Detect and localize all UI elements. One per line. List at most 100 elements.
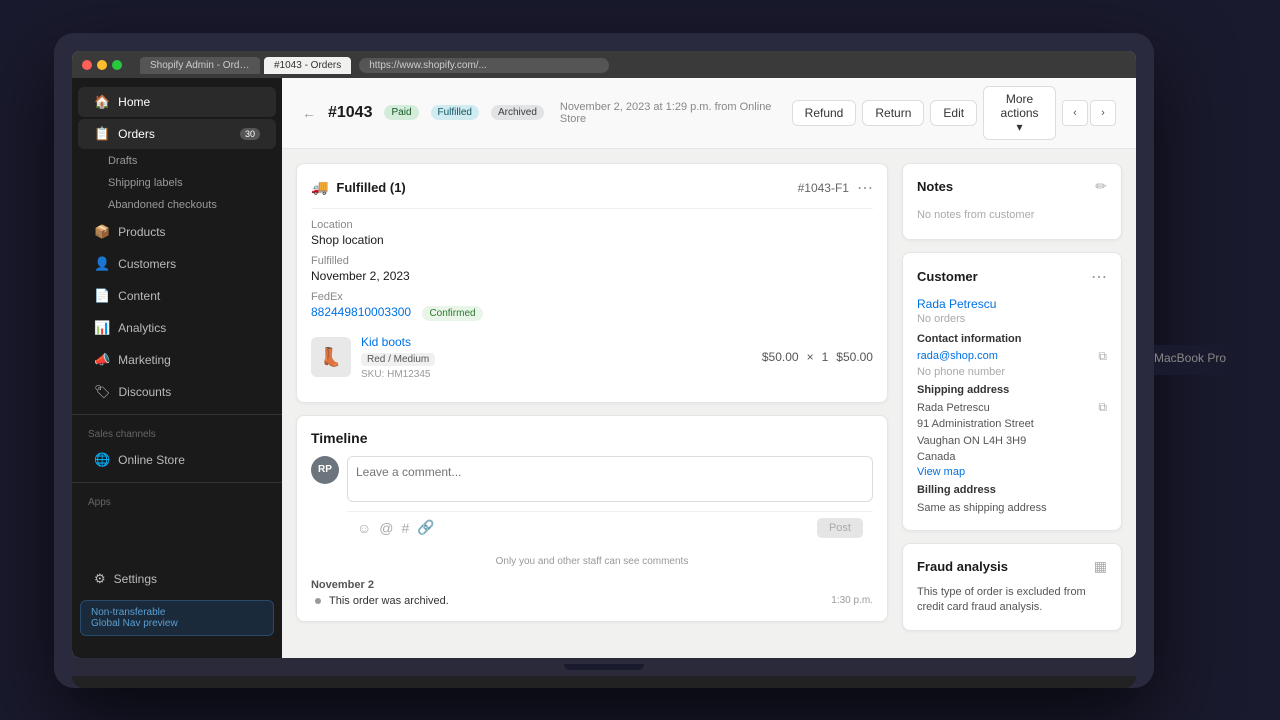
sidebar-item-marketing[interactable]: 📣 Marketing [78,345,276,375]
post-button[interactable]: Post [817,518,863,538]
customer-header: Customer ⋯ [917,267,1107,287]
right-column: Notes ✏ No notes from customer Customer … [902,163,1122,644]
fulfillment-id: #1043-F1 [798,181,849,195]
shipping-name: Rada Petrescu [917,400,1034,417]
next-order-button[interactable]: › [1090,100,1116,126]
timeline-dot [315,598,321,604]
event-time: 1:30 p.m. [831,595,873,606]
sidebar-item-content[interactable]: 📄 Content [78,281,276,311]
non-transferable-banner[interactable]: Non-transferable Global Nav preview [80,600,274,636]
fraud-title: Fraud analysis [917,559,1008,574]
notes-title: Notes [917,179,953,194]
browser-tab-1[interactable]: Shopify Admin - Orders [140,57,260,74]
product-image: 👢 [311,337,351,377]
sidebar-item-analytics[interactable]: 📊 Analytics [78,313,276,343]
analytics-icon: 📊 [94,320,110,336]
sidebar-item-abandoned[interactable]: Abandoned checkouts [72,194,282,216]
close-dot[interactable] [82,60,92,70]
back-button[interactable]: ← [302,105,316,121]
sidebar-label-content: Content [118,289,160,303]
app-layout: 🏠 Home 📋 Orders 30 Drafts Shipping label… [72,78,1136,658]
customers-icon: 👤 [94,256,110,272]
product-qty: 1 [822,350,829,364]
sidebar-item-shipping-labels[interactable]: Shipping labels [72,172,282,194]
sidebar-item-settings[interactable]: ⚙ Settings [78,564,276,594]
no-phone: No phone number [917,366,1107,378]
top-bar-actions: Refund Return Edit More actions ▾ ‹ › [792,86,1116,140]
fulfilled-label: Fulfilled [311,255,873,267]
prev-order-button[interactable]: ‹ [1062,100,1088,126]
billing-subtitle: Billing address [917,484,1107,496]
timeline-date: November 2 [311,579,873,591]
orders-badge: 30 [240,128,260,140]
emoji-icon[interactable]: ☺ [357,520,371,536]
carrier-label: FedEx [311,291,873,303]
edit-button[interactable]: Edit [930,100,977,126]
sidebar-item-drafts[interactable]: Drafts [72,150,282,172]
location-value: Shop location [311,233,873,247]
sidebar-label-home: Home [118,95,150,109]
view-map-link[interactable]: View map [917,466,1107,478]
order-number: #1043 [328,104,373,122]
sidebar: 🏠 Home 📋 Orders 30 Drafts Shipping label… [72,78,282,658]
sidebar-item-customers[interactable]: 👤 Customers [78,249,276,279]
tracking-info: 882449810003300 Confirmed [311,305,873,319]
product-variant: Red / Medium [361,353,435,366]
sidebar-label-online-store: Online Store [118,453,185,467]
browser-tab-2[interactable]: #1043 - Orders [264,57,351,74]
shipping-address: Rada Petrescu 91 Administration Street V… [917,400,1034,466]
laptop-bottom [72,658,1136,676]
nav-arrows: ‹ › [1062,100,1116,126]
minimize-dot[interactable] [97,60,107,70]
browser-tabs: Shopify Admin - Orders #1043 - Orders [140,57,351,74]
sidebar-item-home[interactable]: 🏠 Home [78,87,276,117]
laptop-notch [564,664,644,670]
sidebar-item-products[interactable]: 📦 Products [78,217,276,247]
at-icon[interactable]: @ [379,520,393,536]
comment-input[interactable] [347,456,873,502]
product-sku: SKU: HM12345 [361,369,752,380]
browser-chrome: Shopify Admin - Orders #1043 - Orders ht… [72,51,1136,78]
comment-box: RP ☺ @ # 🔗 Post [311,456,873,544]
customer-name[interactable]: Rada Petrescu [917,297,1107,311]
timeline-title: Timeline [311,430,873,446]
fraud-info-icon[interactable]: ▦ [1094,558,1107,575]
fraud-header: Fraud analysis ▦ [917,558,1107,575]
sidebar-label-marketing: Marketing [118,353,171,367]
center-column: 🚚 Fulfilled (1) #1043-F1 ⋯ Location Shop… [296,163,888,644]
laptop-base [72,676,1136,688]
sidebar-label-settings: Settings [114,572,157,586]
sales-channels-label: Sales channels [72,421,282,444]
sidebar-label-analytics: Analytics [118,321,166,335]
confirmed-badge: Confirmed [422,306,482,321]
sidebar-item-online-store[interactable]: 🌐 Online Store [78,445,276,475]
address-bar[interactable]: https://www.shopify.com/... [359,58,609,73]
hash-icon[interactable]: # [402,520,410,536]
tracking-link[interactable]: 882449810003300 [311,305,411,319]
copy-email-icon[interactable]: ⧉ [1098,349,1107,364]
non-transferable-line1: Non-transferable [91,607,165,618]
products-icon: 📦 [94,224,110,240]
paid-badge: Paid [384,105,418,120]
product-name[interactable]: Kid boots [361,335,752,349]
contact-email[interactable]: rada@shop.com [917,350,998,362]
fulfillment-title: Fulfilled (1) [336,180,405,195]
sidebar-item-discounts[interactable]: 🏷 Discounts [78,377,276,407]
contact-subtitle: Contact information [917,333,1107,345]
order-subtitle: November 2, 2023 at 1:29 p.m. from Onlin… [560,101,780,125]
shipping-city: Vaughan ON L4H 3H9 [917,433,1034,450]
customer-menu-icon[interactable]: ⋯ [1091,267,1107,287]
maximize-dot[interactable] [112,60,122,70]
location-label: Location [311,219,873,231]
notes-edit-button[interactable]: ✏ [1095,178,1107,195]
notes-card: Notes ✏ No notes from customer [902,163,1122,240]
return-button[interactable]: Return [862,100,924,126]
refund-button[interactable]: Refund [792,100,857,126]
attachment-icon[interactable]: 🔗 [417,519,434,536]
customer-card: Customer ⋯ Rada Petrescu No orders Conta… [902,252,1122,532]
fulfillment-menu-icon[interactable]: ⋯ [857,178,873,198]
more-actions-button[interactable]: More actions ▾ [983,86,1056,140]
sidebar-item-orders[interactable]: 📋 Orders 30 [78,119,276,149]
copy-address-icon[interactable]: ⧉ [1098,400,1107,415]
fraud-text: This type of order is excluded from cred… [917,585,1107,616]
